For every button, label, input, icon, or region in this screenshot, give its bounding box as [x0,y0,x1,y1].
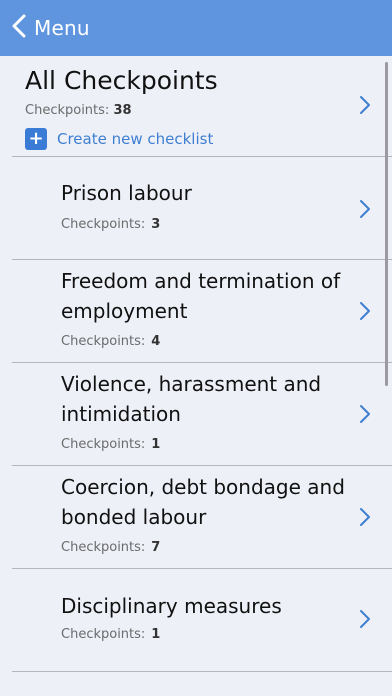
count-label: Checkpoints: [61,540,146,555]
list-item[interactable]: Violence, harassment and intimidation Ch… [0,363,392,465]
all-checkpoints-row[interactable]: All Checkpoints Checkpoints: 38 + Create… [0,56,392,156]
checklist-name: Disciplinary measures [61,594,282,618]
all-checkpoints-count: Checkpoints: 38 [25,103,132,118]
back-label: Menu [34,16,90,40]
chevron-left-icon [10,13,28,43]
checklist-name: Prison labour [61,181,192,205]
count-value: 7 [151,540,161,555]
create-checklist-label: Create new checklist [57,130,214,148]
checklist-count: Checkpoints: 1 [61,437,160,452]
checklist-name: Coercion, debt bondage and bonded labour [61,475,345,529]
chevron-right-icon [358,608,372,630]
checklist-count: Checkpoints: 7 [61,540,160,555]
chevron-right-icon [358,300,372,322]
list-item[interactable]: Freedom and termination of employment Ch… [0,260,392,362]
checklist-name: Violence, harassment and intimidation [61,372,322,426]
count-value: 3 [151,217,161,232]
count-label: Checkpoints: [61,437,146,452]
count-label: Checkpoints: [61,334,146,349]
count-label: Checkpoints: [61,217,146,232]
list-item[interactable]: Disciplinary measures Checkpoints: 1 [0,569,392,671]
count-value: 4 [151,334,161,349]
nav-bar: Menu [0,0,392,56]
separator [12,671,392,672]
chevron-right-icon [358,506,372,528]
checklist-count: Checkpoints: 4 [61,334,160,349]
create-checklist-button[interactable]: + Create new checklist [25,128,213,150]
back-button[interactable]: Menu [10,13,90,43]
list-item[interactable]: Coercion, debt bondage and bonded labour… [0,466,392,568]
plus-icon: + [25,128,47,150]
count-value: 38 [113,103,132,118]
count-label: Checkpoints: [25,103,110,118]
chevron-right-icon [358,198,372,220]
count-value: 1 [151,437,161,452]
scrollbar[interactable] [385,62,388,386]
count-value: 1 [151,627,161,642]
all-checkpoints-title: All Checkpoints [25,66,218,95]
list-item[interactable]: Prison labour Checkpoints: 3 [0,157,392,259]
checklist-count: Checkpoints: 3 [61,217,160,232]
chevron-right-icon [358,403,372,425]
checklist-count: Checkpoints: 1 [61,627,160,642]
checklist-list: All Checkpoints Checkpoints: 38 + Create… [0,56,392,696]
chevron-right-icon [358,94,372,116]
count-label: Checkpoints: [61,627,146,642]
checklist-name: Freedom and termination of employment [61,269,341,323]
